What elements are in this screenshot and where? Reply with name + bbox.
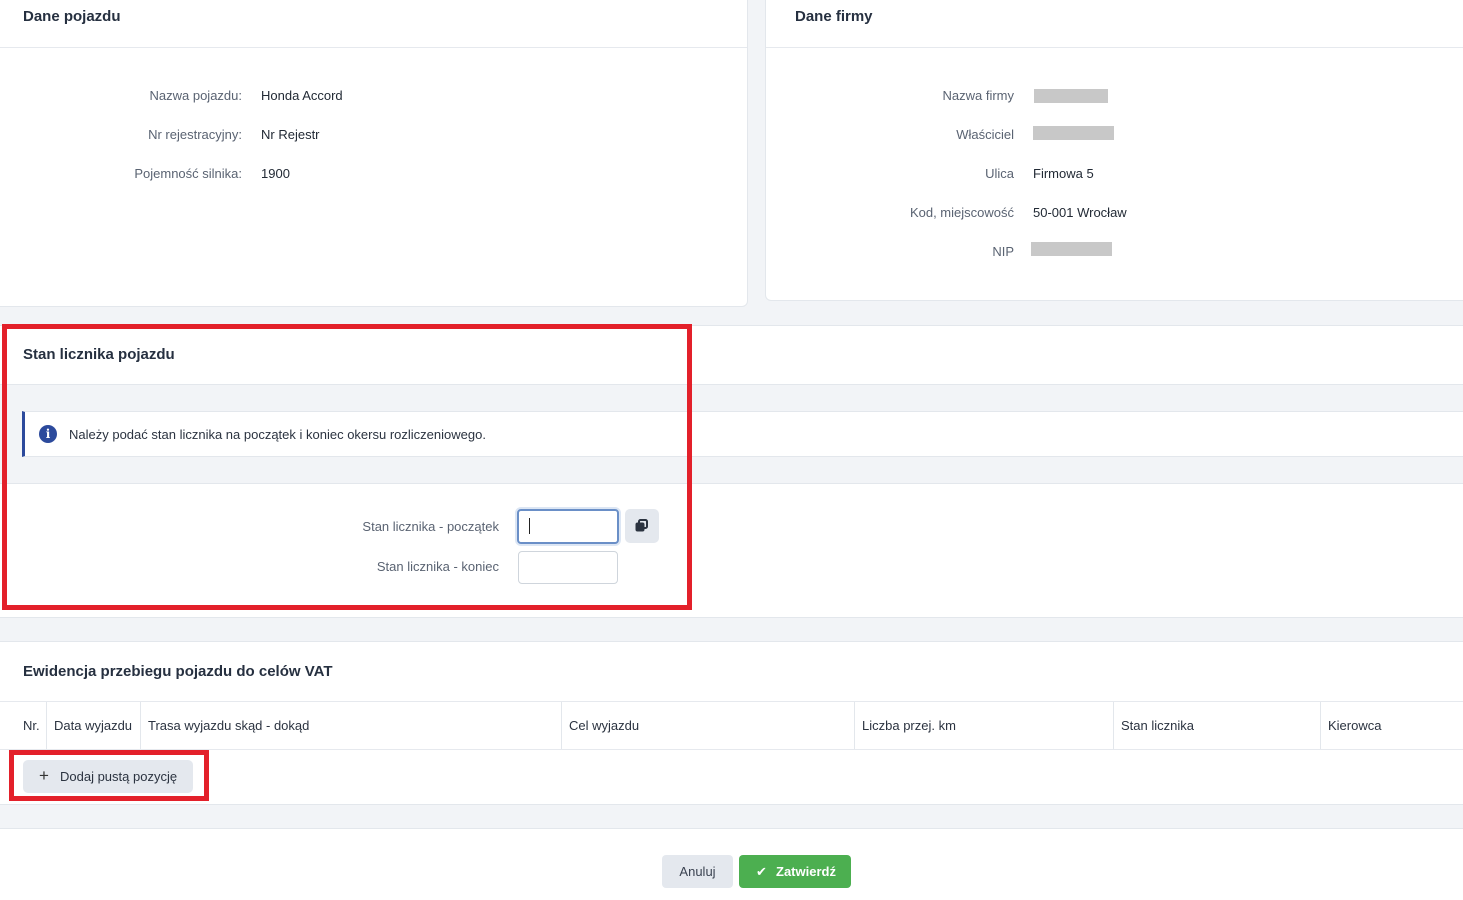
owner-redacted: [1033, 126, 1114, 140]
col-driver: Kierowca: [1328, 718, 1382, 733]
col-nr: Nr.: [23, 718, 40, 733]
nip-redacted: [1031, 242, 1112, 256]
col-purpose: Cel wyjazdu: [569, 718, 640, 733]
col-separator: [1320, 702, 1321, 749]
col-separator: [1113, 702, 1114, 749]
company-card-title: Dane firmy: [795, 8, 873, 25]
company-card-divider: [766, 47, 1463, 48]
col-separator: [561, 702, 562, 749]
vehicle-card-title: Dane pojazdu: [23, 8, 121, 25]
col-odometer: Stan licznika: [1121, 718, 1194, 733]
col-route: Trasa wyjazdu skąd - dokąd: [148, 718, 310, 733]
engine-capacity-value: 1900: [261, 166, 290, 181]
add-row-highlight-frame: [9, 750, 209, 801]
engine-capacity-label: Pojemność silnika:: [134, 166, 242, 181]
postcode-city-value: 50-001 Wrocław: [1033, 205, 1127, 220]
mileage-title-divider: [0, 701, 1463, 702]
street-label: Ulica: [985, 166, 1014, 181]
col-separator: [46, 702, 47, 749]
company-name-redacted: [1034, 89, 1108, 103]
company-card: [765, 0, 1463, 301]
nip-label: NIP: [992, 244, 1014, 259]
mileage-section-title: Ewidencja przebiegu pojazdu do celów VAT: [23, 663, 333, 680]
col-separator: [140, 702, 141, 749]
owner-label: Właściciel: [956, 127, 1014, 142]
vehicle-name-value: Honda Accord: [261, 88, 343, 103]
street-value: Firmowa 5: [1033, 166, 1094, 181]
confirm-button[interactable]: ✔ Zatwierdź: [739, 855, 851, 888]
company-name-label: Nazwa firmy: [942, 88, 1014, 103]
registration-value: Nr Rejestr: [261, 127, 320, 142]
table-header-divider: [0, 749, 1463, 750]
postcode-city-label: Kod, miejscowość: [909, 205, 1014, 220]
odometer-highlight-frame: [2, 324, 692, 610]
cancel-button[interactable]: Anuluj: [662, 855, 733, 888]
confirm-label: Zatwierdź: [776, 864, 836, 879]
vehicle-card-divider: [0, 47, 747, 48]
vehicle-name-label: Nazwa pojazdu:: [149, 88, 243, 103]
col-km: Liczba przej. km: [862, 718, 956, 733]
col-separator: [854, 702, 855, 749]
col-date: Data wyjazdu: [54, 718, 133, 733]
registration-label: Nr rejestracyjny:: [148, 127, 242, 142]
check-icon: ✔: [756, 864, 767, 879]
